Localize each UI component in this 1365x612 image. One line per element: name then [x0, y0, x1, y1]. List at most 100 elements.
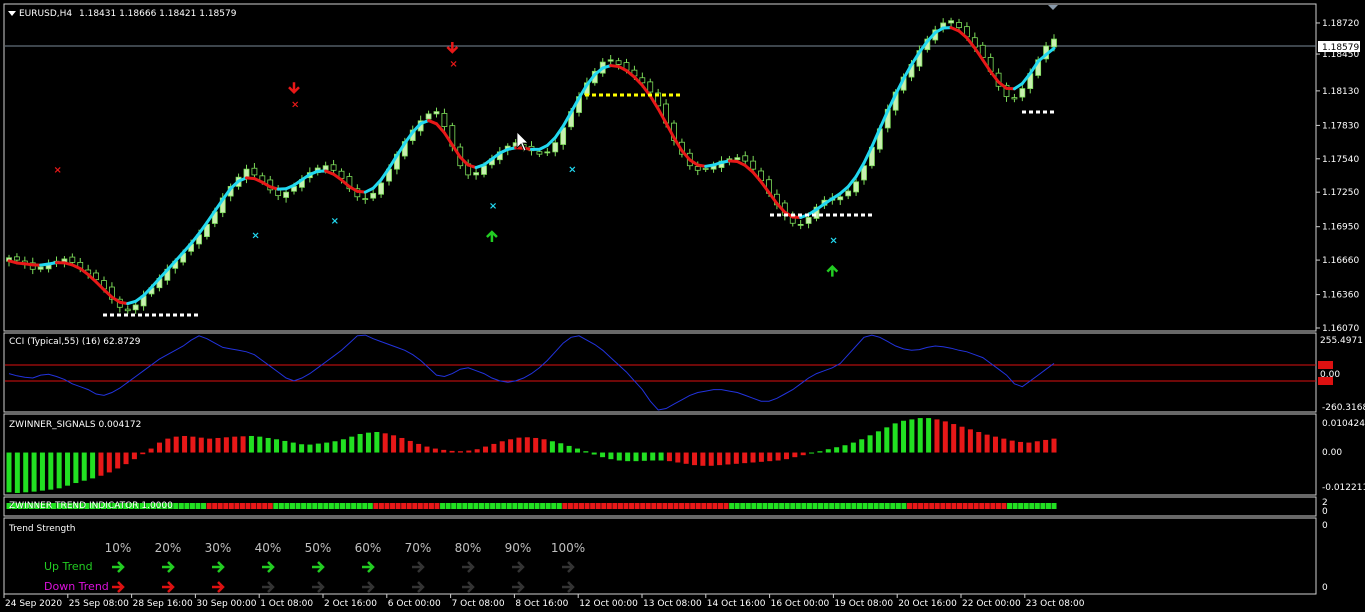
- time-tick-label: 28 Sep 16:00: [133, 599, 193, 609]
- trend-block: [356, 503, 362, 509]
- candle-body: [473, 172, 479, 176]
- mt4-chart[interactable]: EURUSD,H4 1.18431 1.18666 1.18421 1.1857…: [0, 0, 1365, 612]
- signal-bar: [516, 437, 522, 453]
- trend-block: [662, 503, 668, 509]
- trend-block: [462, 503, 468, 509]
- price-tick-label: 1.16660: [1322, 256, 1359, 266]
- signal-bar: [566, 445, 572, 453]
- signal-bar: [901, 420, 907, 453]
- signal-bar: [783, 452, 789, 460]
- trend-block: [289, 503, 295, 509]
- trend-block: [756, 503, 762, 509]
- trend-block: [1040, 503, 1046, 509]
- signal-bar: [457, 451, 463, 453]
- signal-bar: [48, 452, 54, 490]
- trend-block: [545, 503, 551, 509]
- trend-block: [362, 503, 368, 509]
- trend-block: [173, 503, 179, 509]
- trend-block: [823, 503, 829, 509]
- signal-bar: [1026, 442, 1032, 453]
- trend-block: [829, 503, 835, 509]
- buy-cross-icon: ×: [251, 231, 259, 242]
- signal-bar: [700, 452, 706, 466]
- signal-bar: [951, 424, 957, 453]
- signal-bar: [574, 448, 580, 453]
- signal-bar: [223, 437, 229, 453]
- trend-title: ZWINNER TREND INDICATOR 1.0000: [9, 501, 173, 511]
- candle-body: [425, 113, 432, 120]
- up-trend-label: Up Trend: [44, 560, 93, 573]
- signal-bar: [600, 452, 606, 458]
- trend-block: [940, 503, 946, 509]
- trend-block: [367, 503, 373, 509]
- strength-level-label: 10%: [105, 541, 132, 555]
- time-tick-label: 23 Oct 08:00: [1026, 599, 1085, 609]
- signal-bar: [842, 445, 848, 453]
- price-tick-label: 1.18720: [1322, 19, 1359, 29]
- trend-block: [951, 503, 957, 509]
- trend-block: [701, 503, 707, 509]
- signal-bar: [625, 452, 631, 462]
- trend-block: [256, 503, 262, 509]
- trend-block: [906, 503, 912, 509]
- signal-bar: [541, 439, 547, 453]
- trend-block: [934, 503, 940, 509]
- signal-bar: [14, 452, 20, 493]
- trend-block: [806, 503, 812, 509]
- trend-block: [1012, 503, 1018, 509]
- trend-block: [812, 503, 818, 509]
- signal-bar: [106, 452, 112, 473]
- trend-block: [534, 503, 540, 509]
- cci-level-marker-icon: [1318, 377, 1333, 385]
- time-tick-label: 19 Oct 08:00: [834, 599, 893, 609]
- trend-block: [434, 503, 440, 509]
- signal-bar: [399, 437, 405, 453]
- trend-block: [378, 503, 384, 509]
- time-tick-label: 7 Oct 08:00: [452, 599, 505, 609]
- trend-block: [556, 503, 562, 509]
- candle-body: [251, 167, 258, 176]
- trend-block: [723, 503, 729, 509]
- candle-body: [275, 189, 282, 197]
- signal-bar: [374, 431, 380, 453]
- trend-block: [590, 503, 596, 509]
- signal-bar: [483, 446, 489, 453]
- time-tick-label: 12 Oct 00:00: [579, 599, 638, 609]
- trend-block: [312, 503, 318, 509]
- trend-block: [390, 503, 396, 509]
- trend-block: [995, 503, 1001, 509]
- signal-bar: [859, 439, 865, 453]
- signal-bar: [909, 419, 915, 453]
- cci-tick-bottom: -260.3168: [1322, 403, 1365, 413]
- candle-body: [647, 81, 654, 93]
- signal-bar: [792, 452, 798, 458]
- cci-tick-top: 255.4971: [1320, 336, 1363, 346]
- symbol-title: EURUSD,H4: [19, 9, 72, 19]
- trend-block: [284, 503, 290, 509]
- trend-tick-bottom: 0: [1322, 507, 1328, 517]
- trend-block: [962, 503, 968, 509]
- candle-body: [1019, 88, 1026, 98]
- trend-block: [506, 503, 512, 509]
- candle-body: [378, 182, 384, 195]
- trend-block: [717, 503, 723, 509]
- trend-block: [695, 503, 701, 509]
- price-tick-label: 1.18130: [1322, 87, 1359, 97]
- trend-block: [773, 503, 779, 509]
- trend-block: [512, 503, 518, 509]
- candle-body: [362, 198, 369, 201]
- trend-block: [856, 503, 862, 509]
- strength-title: Trend Strength: [8, 524, 75, 534]
- strength-level-label: 20%: [155, 541, 182, 555]
- sell-cross-icon: ×: [631, 0, 639, 2]
- trend-block: [495, 503, 501, 509]
- trend-block: [729, 503, 735, 509]
- signal-bar: [775, 452, 781, 461]
- trend-block: [551, 503, 557, 509]
- signal-bar: [934, 419, 940, 453]
- signals-title: ZWINNER_SIGNALS 0.004172: [9, 420, 141, 430]
- signal-bar: [248, 435, 254, 453]
- signal-bar: [240, 436, 246, 453]
- trend-block: [1029, 503, 1035, 509]
- trend-block: [228, 503, 234, 509]
